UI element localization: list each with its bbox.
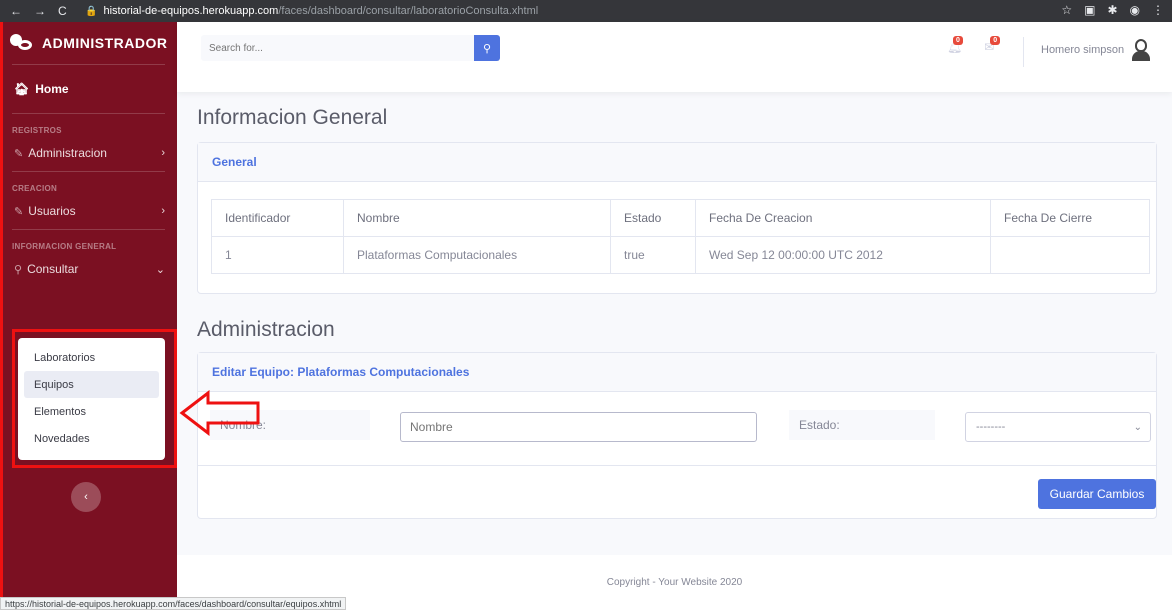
sidebar-item-label: Consultar [27, 262, 79, 276]
edit-icon: ✎ [14, 147, 24, 160]
card-title: General [198, 143, 1156, 182]
column-header: Estado [610, 199, 696, 237]
sidebar-heading-registros: REGISTROS [12, 126, 62, 135]
table-cell [990, 236, 1150, 274]
column-header: Fecha De Cierre [990, 199, 1150, 237]
users-icon [10, 34, 32, 52]
url-host: historial-de-equipos.herokuapp.com [103, 5, 279, 17]
messages-dropdown[interactable]: ✉ 0 [984, 36, 1001, 54]
edit-icon: ✎ [14, 205, 24, 218]
search-input[interactable] [201, 35, 474, 61]
card-divider [198, 465, 1156, 466]
topbar-alerts: 🔔︎ 0 ✉ 0 [947, 36, 1001, 54]
annotation-edge-line [0, 22, 3, 610]
reload-icon[interactable]: C [58, 4, 67, 18]
menu-dots-icon[interactable]: ⋮ [1152, 3, 1164, 17]
sidebar-item-label: Usuarios [28, 204, 76, 218]
sidebar-heading-creacion: CREACION [12, 184, 58, 193]
sidebar-toggle-button[interactable]: ‹ [71, 482, 101, 512]
sidebar-heading-info: INFORMACION GENERAL [12, 242, 117, 251]
search-button[interactable]: ⚲ [474, 35, 500, 61]
info-table: Identificador Nombre Estado Fecha De Cre… [211, 199, 1150, 274]
lock-icon: 🔒 [85, 5, 98, 17]
brand-label: ADMINISTRADOR [42, 35, 168, 51]
card-title: Editar Equipo: Plataformas Computacional… [198, 353, 1156, 392]
info-card: General Identificador Nombre Estado Fech… [197, 142, 1157, 294]
table-row: 1 Plataformas Computacionales true Wed S… [211, 236, 1150, 274]
avatar [1130, 39, 1152, 61]
back-arrow-icon[interactable]: ← [10, 4, 22, 18]
sidebar-brand[interactable]: ADMINISTRADOR [0, 22, 177, 64]
section-title-administracion: Administracion [197, 318, 335, 341]
search-icon: ⚲ [482, 42, 492, 55]
column-header: Nombre [343, 199, 611, 237]
puzzle-icon[interactable]: ✱ [1107, 3, 1117, 17]
estado-label: Estado: [789, 410, 935, 440]
topbar-divider [1023, 37, 1024, 67]
home-icon: 🏠︎ [14, 82, 30, 96]
annotation-highlight-box [12, 329, 177, 468]
save-button[interactable]: Guardar Cambios [1038, 479, 1156, 509]
copyright-text: Copyright - Your Website 2020 [606, 577, 743, 588]
sidebar: ADMINISTRADOR 🏠︎ Home REGISTROS ✎ Admini… [0, 22, 177, 610]
table-cell: Plataformas Computacionales [343, 236, 611, 274]
search-group: ⚲ [201, 35, 500, 61]
url-path: /faces/dashboard/consultar/laboratorioCo… [278, 5, 539, 17]
sidebar-item-consultar[interactable]: ⚲ Consultar ⌄ [0, 251, 177, 287]
chevron-right-icon: › [161, 147, 165, 159]
search-icon: ⚲ [14, 263, 23, 276]
main-content: Informacion General General Identificado… [177, 92, 1172, 610]
sidebar-item-usuarios[interactable]: ✎ Usuarios › [0, 193, 177, 229]
user-dropdown[interactable]: Homero simpson [1041, 39, 1152, 61]
messages-badge: 0 [990, 36, 1001, 45]
user-name: Homero simpson [1041, 44, 1125, 56]
sidebar-item-label: Home [35, 82, 69, 96]
edit-card: Editar Equipo: Plataformas Computacional… [197, 352, 1157, 519]
table-cell: true [610, 236, 696, 274]
browser-toolbar: ← → C 🔒 historial-de-equipos.herokuapp.c… [0, 0, 1172, 22]
estado-select[interactable]: -------- ⌄ [965, 412, 1151, 442]
sidebar-item-administracion[interactable]: ✎ Administracion › [0, 135, 177, 171]
column-header: Fecha De Creacion [695, 199, 991, 237]
forward-arrow-icon[interactable]: → [34, 4, 46, 18]
topbar: ⚲ 🔔︎ 0 ✉ 0 Homero simpson [177, 22, 1172, 92]
page-title: Informacion General [197, 106, 388, 129]
nombre-input[interactable] [400, 412, 757, 442]
chevron-left-icon: ‹ [84, 491, 88, 503]
status-bar-url: https://historial-de-equipos.herokuapp.c… [0, 597, 347, 610]
annotation-arrow-icon [179, 390, 260, 436]
profile-icon[interactable]: ◉ [1130, 3, 1140, 17]
table-header-row: Identificador Nombre Estado Fecha De Cre… [211, 199, 1150, 237]
chevron-right-icon: › [161, 205, 165, 217]
alerts-badge: 0 [953, 36, 963, 45]
estado-select-value: -------- [976, 421, 1006, 433]
table-cell: 1 [211, 236, 344, 274]
sidebar-item-label: Administracion [28, 146, 107, 160]
alerts-dropdown[interactable]: 🔔︎ 0 [947, 36, 963, 54]
chevron-down-icon: ⌄ [1133, 421, 1142, 433]
sidebar-item-home[interactable]: 🏠︎ Home [0, 65, 177, 113]
extension-icon[interactable]: ▣ [1084, 3, 1095, 17]
star-icon[interactable]: ☆ [1061, 3, 1072, 17]
address-bar[interactable]: 🔒 historial-de-equipos.herokuapp.com/fac… [85, 5, 538, 17]
chevron-down-icon: ⌄ [155, 263, 165, 276]
column-header: Identificador [211, 199, 344, 237]
table-cell: Wed Sep 12 00:00:00 UTC 2012 [695, 236, 991, 274]
